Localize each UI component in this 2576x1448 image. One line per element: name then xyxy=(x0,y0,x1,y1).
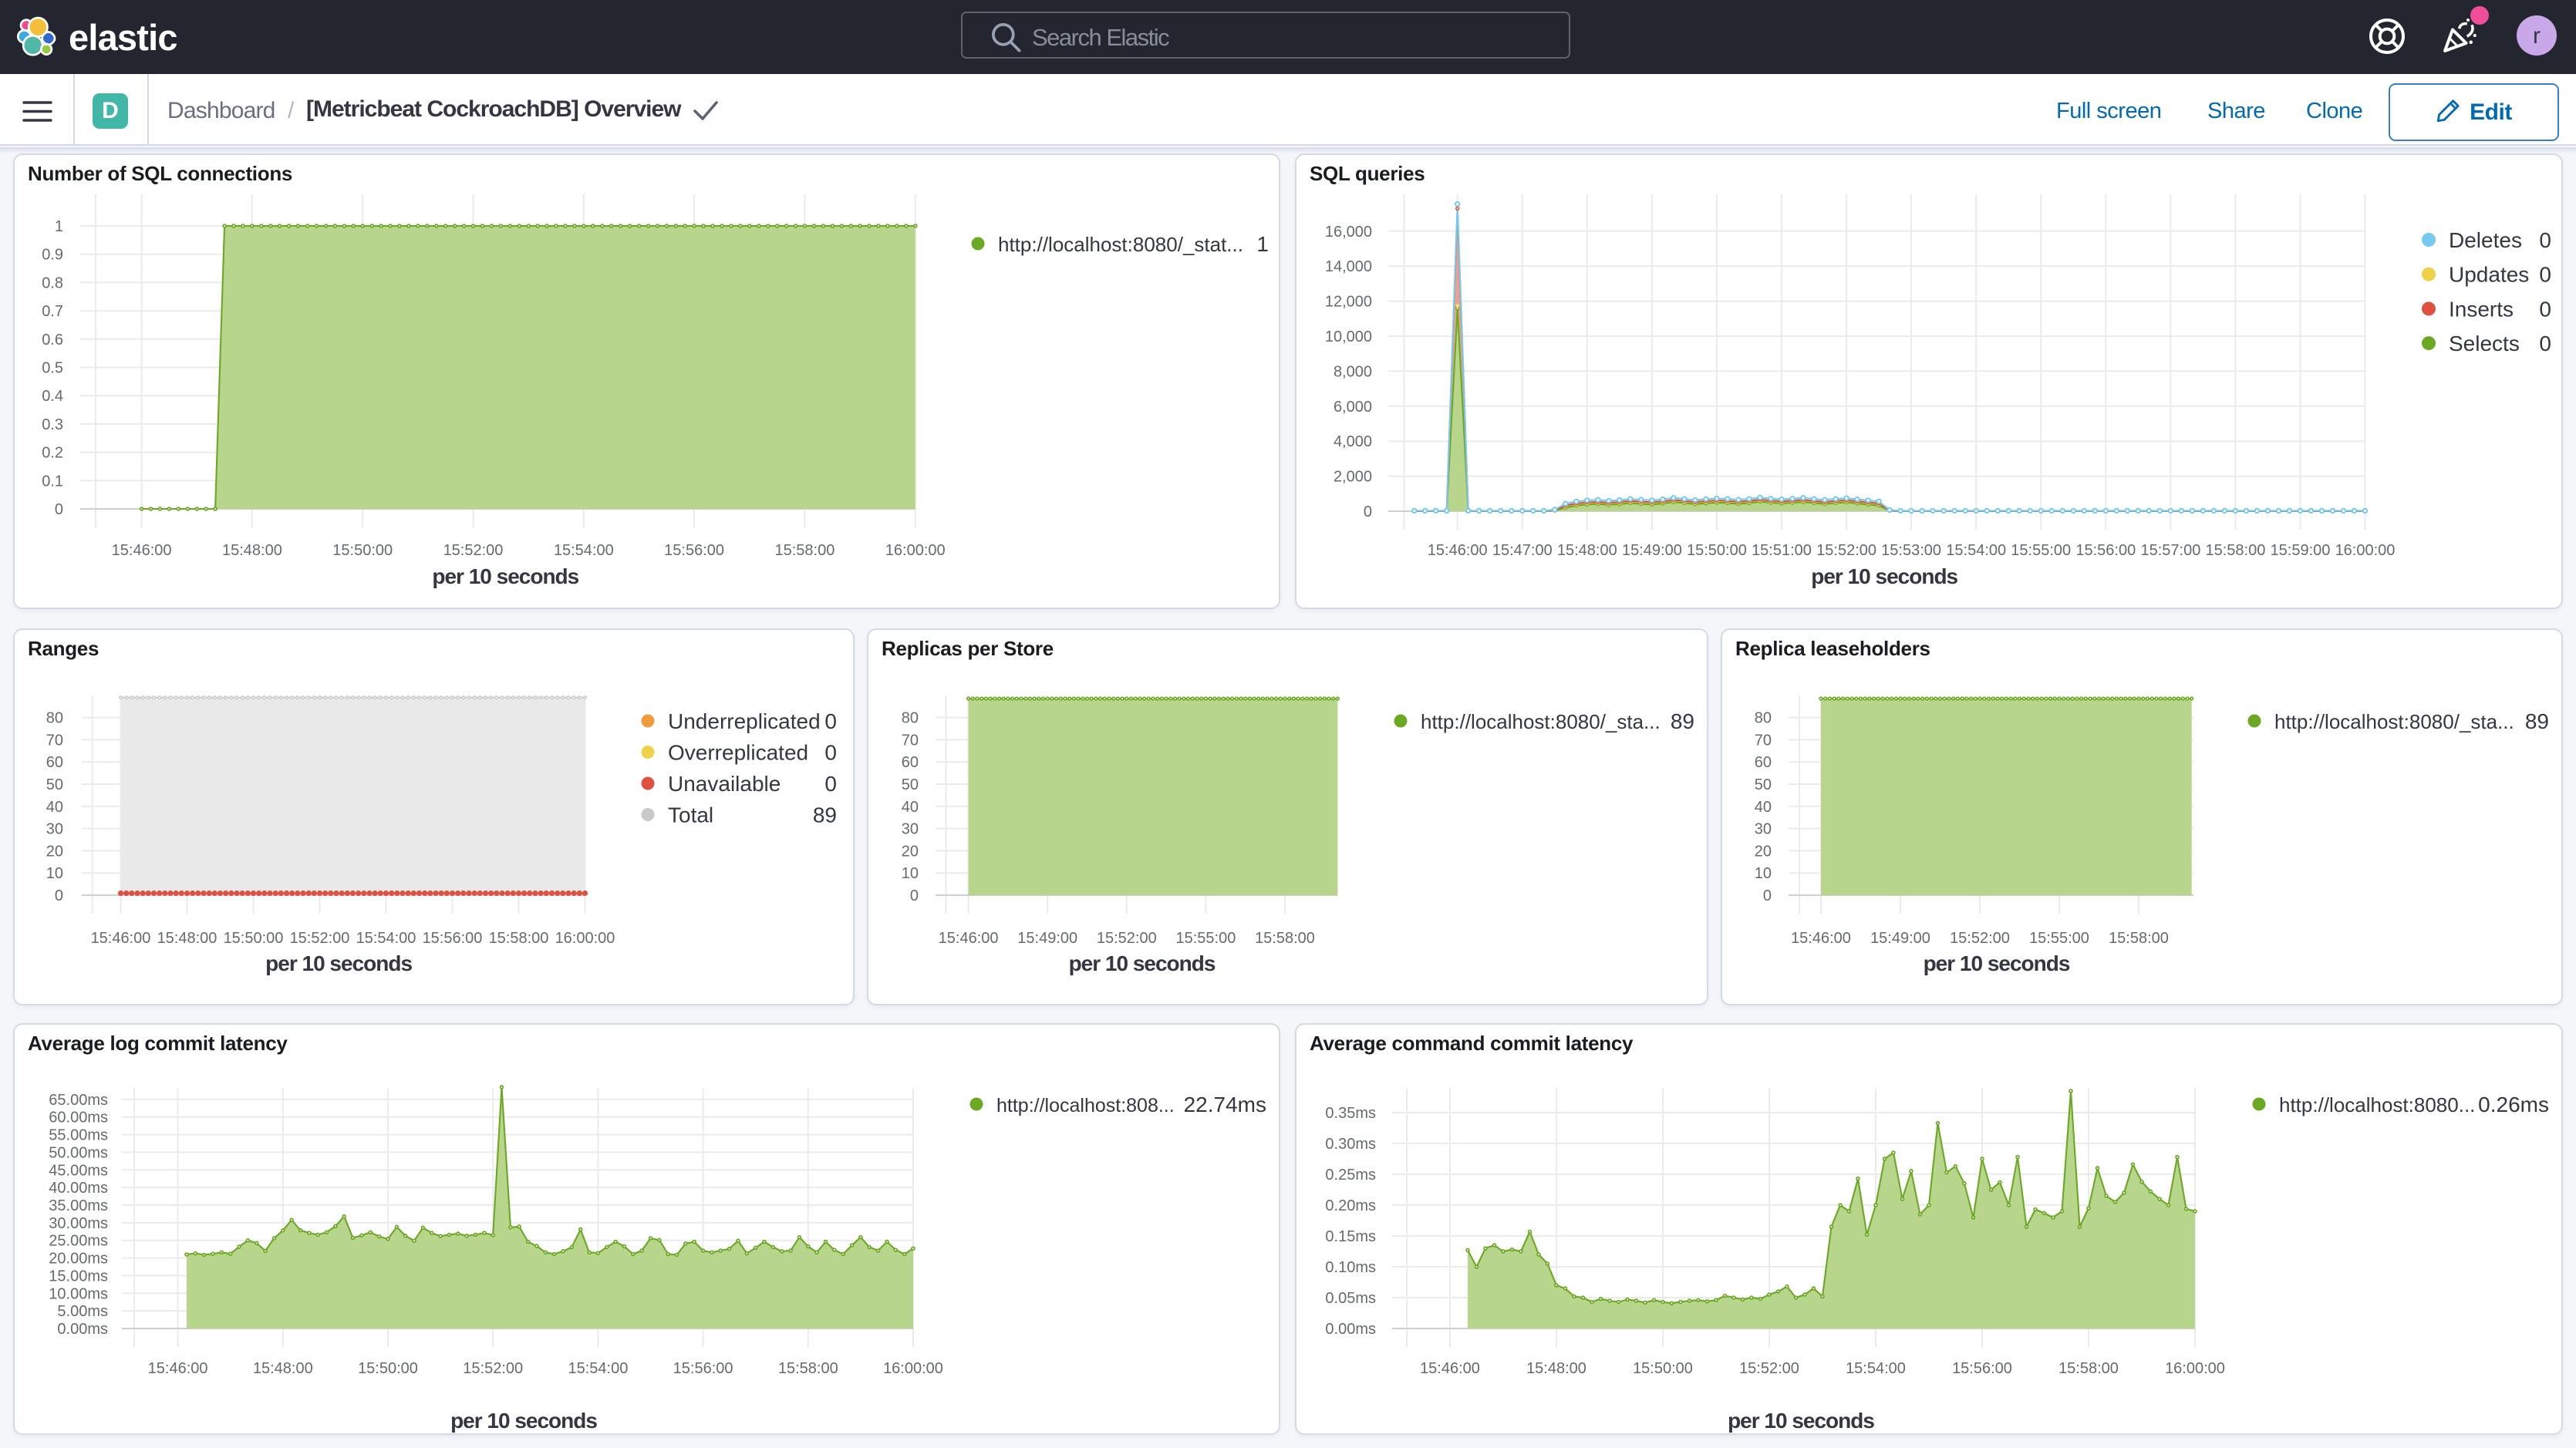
svg-text:r: r xyxy=(2533,23,2541,49)
